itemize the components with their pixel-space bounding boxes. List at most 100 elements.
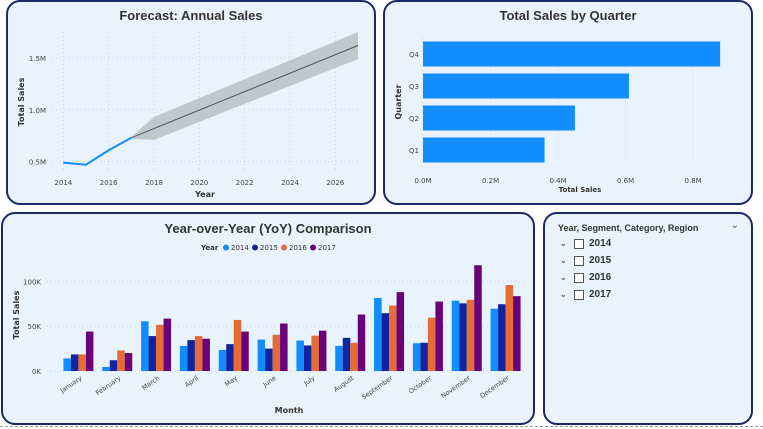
x-tick-label: 0.8M xyxy=(685,177,702,185)
slicer-item-2015[interactable]: ⌄ 2015 xyxy=(560,255,611,266)
x-tick-label: September xyxy=(360,374,394,401)
yoy-bar xyxy=(63,358,71,371)
yoy-bar xyxy=(435,301,443,371)
x-tick-label: April xyxy=(183,374,200,389)
x-tick-label: 2022 xyxy=(236,179,254,187)
yoy-bar xyxy=(374,297,382,371)
yoy-bar xyxy=(202,338,210,371)
yoy-bar xyxy=(513,296,521,371)
yoy-bar xyxy=(318,330,327,371)
yoy-bar xyxy=(148,336,157,371)
x-tick-label: March xyxy=(140,374,161,392)
quarter-bar xyxy=(423,105,575,131)
x-tick-label: October xyxy=(407,374,433,396)
yoy-bar xyxy=(389,305,397,371)
expand-chevron-icon[interactable]: ⌄ xyxy=(560,290,574,299)
actual-line xyxy=(63,136,132,166)
expand-chevron-icon[interactable]: ⌄ xyxy=(560,273,574,282)
legend-label: 2014 xyxy=(231,244,249,252)
yoy-bar xyxy=(102,366,110,371)
yoy-bar xyxy=(233,319,242,371)
forecast-chart[interactable]: 2014 2016 2018 2020 2022 2024 2026 0.5M 1.0M 1.5M… xyxy=(8,2,374,203)
x-axis-title: Year xyxy=(194,190,215,199)
yoy-bar xyxy=(226,344,234,371)
slicer-card: Year, Segment, Category, Region ⌄ ⌄ 2014… xyxy=(543,212,753,425)
yoy-bar xyxy=(124,353,133,371)
yoy-bar xyxy=(218,349,227,371)
yoy-bar xyxy=(163,318,172,371)
yoy-bar xyxy=(265,348,273,371)
yoy-bar xyxy=(109,360,118,371)
y-tick-label: Q4 xyxy=(409,51,420,59)
quarter-bar xyxy=(423,137,545,163)
yoy-bar xyxy=(427,317,436,371)
y-axis-title: Quarter xyxy=(394,84,403,119)
yoy-bar xyxy=(311,335,319,371)
checkbox[interactable] xyxy=(574,238,584,249)
slicer-item-2014[interactable]: ⌄ 2014 xyxy=(560,238,611,249)
expand-chevron-icon[interactable]: ⌄ xyxy=(560,239,574,248)
yoy-bar xyxy=(420,342,428,371)
x-tick-label: July xyxy=(302,374,317,388)
yoy-bar xyxy=(466,299,475,371)
x-tick-label: 2014 xyxy=(54,179,72,187)
yoy-bar xyxy=(490,308,499,371)
legend-title: Year xyxy=(200,244,219,252)
slicer-title: Year, Segment, Category, Region xyxy=(558,223,699,233)
x-tick-label: 0.0M xyxy=(414,177,431,185)
y-tick-label: 100K xyxy=(23,278,41,286)
yoy-bar xyxy=(117,350,125,371)
slicer-item-label: 2017 xyxy=(589,289,612,300)
legend-marker xyxy=(281,244,287,251)
y-tick-label: 50K xyxy=(28,323,42,331)
y-tick-label: 1.0M xyxy=(29,107,46,115)
y-tick-label: 1.5M xyxy=(29,55,46,63)
x-tick-label: 0.6M xyxy=(617,177,634,185)
x-tick-label: 0.4M xyxy=(549,177,566,185)
x-axis-title: Total Sales xyxy=(559,186,602,194)
legend-marker xyxy=(252,244,258,251)
yoy-bar xyxy=(296,340,304,371)
yoy-bar xyxy=(179,345,188,371)
x-tick-label: 2026 xyxy=(326,179,344,187)
legend-label: 2015 xyxy=(260,244,278,252)
yoy-bar xyxy=(141,321,149,371)
x-tick-label: 2020 xyxy=(190,179,208,187)
yoy-bar xyxy=(459,303,467,371)
quarter-bar xyxy=(423,73,629,99)
x-tick-label: November xyxy=(440,374,473,400)
yoy-bar xyxy=(241,331,249,371)
chevron-down-icon[interactable]: ⌄ xyxy=(731,220,739,231)
slicer-item-label: 2015 xyxy=(589,255,612,266)
x-tick-label: August xyxy=(332,374,356,394)
yoy-chart[interactable]: Year 2014 2015 2016 2017 0K 50K 100K January Febr… xyxy=(3,214,533,423)
yoy-bar xyxy=(85,331,94,371)
slicer-item-2017[interactable]: ⌄ 2017 xyxy=(560,289,611,300)
x-tick-label: February xyxy=(94,374,122,397)
yoy-bar xyxy=(474,265,482,371)
legend-marker xyxy=(223,244,229,251)
checkbox[interactable] xyxy=(574,255,584,266)
x-tick-label: 2018 xyxy=(145,179,163,187)
x-tick-label: June xyxy=(261,374,278,389)
yoy-bar xyxy=(257,339,266,371)
quarter-chart[interactable]: 0.0M 0.2M 0.4M 0.6M 0.8M Q4 Q3 Q2 Q1 Total Sales Q… xyxy=(385,2,751,203)
yoy-bar xyxy=(194,336,203,371)
x-tick-label: December xyxy=(479,374,511,400)
checkbox[interactable] xyxy=(574,289,584,300)
yoy-bar xyxy=(381,313,390,371)
quarter-bar xyxy=(423,41,721,67)
slicer-item-label: 2016 xyxy=(589,272,612,283)
forecast-line xyxy=(131,45,359,139)
checkbox[interactable] xyxy=(574,272,584,283)
expand-chevron-icon[interactable]: ⌄ xyxy=(560,256,574,265)
slicer-item-2016[interactable]: ⌄ 2016 xyxy=(560,272,611,283)
yoy-bar xyxy=(156,324,164,371)
quarter-card: Total Sales by Quarter 0.0M 0.2M 0.4M 0.6M 0… xyxy=(383,0,753,205)
legend-label: 2016 xyxy=(289,244,307,252)
yoy-bar xyxy=(342,337,351,371)
y-tick-label: 0K xyxy=(32,368,41,376)
yoy-bar xyxy=(396,292,405,371)
legend-marker xyxy=(310,244,316,251)
x-axis-title: Month xyxy=(275,406,304,415)
